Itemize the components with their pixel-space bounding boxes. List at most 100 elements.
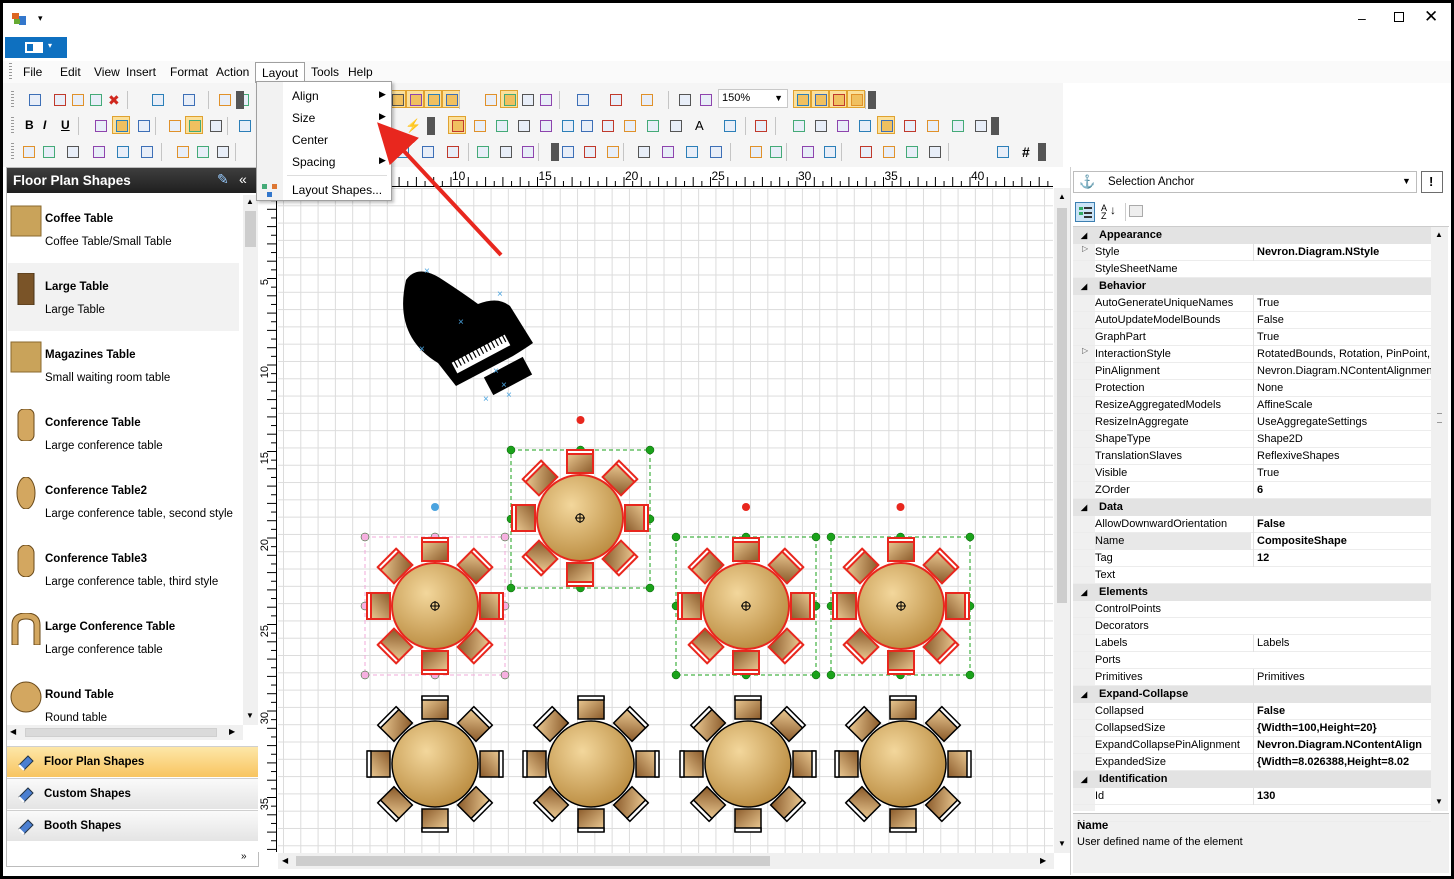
property-value[interactable]: Nevron.Diagram.NStyle bbox=[1253, 244, 1431, 261]
property-value[interactable]: RotatedBounds, Rotation, PinPoint, S bbox=[1253, 346, 1431, 363]
property-name: AutoUpdateModelBounds bbox=[1095, 314, 1221, 326]
property-row[interactable]: Visible True bbox=[1073, 465, 1431, 482]
property-row[interactable]: ShapeType Shape2D bbox=[1073, 431, 1431, 448]
property-row[interactable] bbox=[1073, 805, 1431, 822]
property-value[interactable]: ReflexiveShapes bbox=[1253, 448, 1431, 465]
property-row[interactable]: ▷ Style Nevron.Diagram.NStyle bbox=[1073, 244, 1431, 261]
property-row[interactable]: ResizeInAggregate UseAggregateSettings bbox=[1073, 414, 1431, 431]
property-value[interactable]: AffineScale bbox=[1253, 397, 1431, 414]
property-name: Ports bbox=[1095, 654, 1121, 666]
property-name: PinAlignment bbox=[1095, 365, 1160, 377]
property-name: ResizeInAggregate bbox=[1095, 416, 1189, 428]
category-label: Data bbox=[1099, 501, 1123, 513]
property-value[interactable]: 12 bbox=[1253, 550, 1431, 567]
property-value[interactable]: 130 bbox=[1253, 788, 1431, 805]
property-name: Text bbox=[1095, 569, 1116, 581]
property-row[interactable]: CollapsedSize {Width=100,Height=20} bbox=[1073, 720, 1431, 737]
property-category[interactable]: ◢ Expand-Collapse bbox=[1073, 686, 1431, 703]
property-name: Collapsed bbox=[1095, 705, 1144, 717]
property-row[interactable]: Ports bbox=[1073, 652, 1431, 669]
toolbar-overflow-button[interactable] bbox=[427, 117, 435, 135]
property-value[interactable]: Nevron.Diagram.NContentAlign bbox=[1253, 737, 1431, 754]
property-name: Visible bbox=[1095, 467, 1128, 479]
property-name: Name bbox=[1095, 533, 1251, 550]
toolbar-overflow-button[interactable] bbox=[236, 91, 244, 109]
property-row[interactable]: ControlPoints bbox=[1073, 601, 1431, 618]
property-value[interactable]: Primitives bbox=[1253, 669, 1431, 686]
collapse-icon[interactable]: ◢ bbox=[1081, 278, 1087, 295]
property-row[interactable]: PinAlignment Nevron.Diagram.NContentAlign… bbox=[1073, 363, 1431, 380]
property-row[interactable]: Id 130 bbox=[1073, 788, 1431, 805]
property-row[interactable]: ExpandedSize {Width=8.026388,Height=8.02 bbox=[1073, 754, 1431, 771]
property-name: StyleSheetName bbox=[1095, 263, 1178, 275]
property-row[interactable]: Tag 12 bbox=[1073, 550, 1431, 567]
property-row[interactable]: TranslationSlaves ReflexiveShapes bbox=[1073, 448, 1431, 465]
property-category[interactable]: ◢ Elements bbox=[1073, 584, 1431, 601]
property-name: ResizeAggregatedModels bbox=[1095, 399, 1221, 411]
property-value[interactable]: False bbox=[1253, 312, 1431, 329]
toolbar-overflow-button[interactable] bbox=[551, 143, 559, 161]
collapse-icon[interactable]: ◢ bbox=[1081, 227, 1087, 244]
property-row[interactable]: Name CompositeShape bbox=[1073, 533, 1431, 550]
property-row[interactable]: AutoGenerateUniqueNames True bbox=[1073, 295, 1431, 312]
property-value[interactable]: {Width=8.026388,Height=8.02 bbox=[1253, 754, 1431, 771]
app-window: ▾ – ✕ ▾ File Edit View Insert Format Action La… bbox=[3, 3, 1451, 876]
property-name: Tag bbox=[1095, 552, 1113, 564]
category-label: Elements bbox=[1099, 586, 1148, 598]
property-value[interactable]: True bbox=[1253, 329, 1431, 346]
property-value[interactable]: Shape2D bbox=[1253, 431, 1431, 448]
property-row[interactable]: Labels Labels bbox=[1073, 635, 1431, 652]
property-value[interactable]: {Width=100,Height=20} bbox=[1253, 720, 1431, 737]
property-value[interactable]: Labels bbox=[1253, 635, 1431, 652]
property-row[interactable]: ▷ InteractionStyle RotatedBounds, Rotation… bbox=[1073, 346, 1431, 363]
expand-icon[interactable]: ▷ bbox=[1082, 346, 1088, 355]
property-category[interactable]: ◢ Data bbox=[1073, 499, 1431, 516]
property-value[interactable]: True bbox=[1253, 465, 1431, 482]
category-label: Identification bbox=[1099, 773, 1168, 785]
property-value[interactable]: Nevron.Diagram.NContentAlignment bbox=[1253, 363, 1431, 380]
property-name: Protection bbox=[1095, 382, 1145, 394]
collapse-icon[interactable]: ◢ bbox=[1081, 771, 1087, 788]
property-name: Labels bbox=[1095, 637, 1128, 649]
property-value[interactable]: False bbox=[1253, 703, 1431, 720]
expand-icon[interactable]: ▷ bbox=[1082, 244, 1088, 253]
property-row[interactable]: Text bbox=[1073, 567, 1431, 584]
property-value[interactable]: 6 bbox=[1253, 482, 1431, 499]
toolbar-overflow-button[interactable] bbox=[868, 91, 876, 109]
property-row[interactable]: StyleSheetName bbox=[1073, 261, 1431, 278]
toolbar-overflow-button[interactable] bbox=[1038, 143, 1046, 161]
property-row[interactable]: ZOrder 6 bbox=[1073, 482, 1431, 499]
property-category[interactable]: ◢ Behavior bbox=[1073, 278, 1431, 295]
property-row[interactable]: ExpandCollapsePinAlignment Nevron.Diagram… bbox=[1073, 737, 1431, 754]
property-row[interactable]: AutoUpdateModelBounds False bbox=[1073, 312, 1431, 329]
property-category[interactable]: ◢ Identification bbox=[1073, 771, 1431, 788]
property-value[interactable]: None bbox=[1253, 380, 1431, 397]
property-row[interactable]: AllowDownwardOrientation False bbox=[1073, 516, 1431, 533]
property-name: Style bbox=[1095, 246, 1120, 258]
property-name: CollapsedSize bbox=[1095, 722, 1166, 734]
property-row[interactable]: Collapsed False bbox=[1073, 703, 1431, 720]
property-row[interactable]: Decorators bbox=[1073, 618, 1431, 635]
collapse-icon[interactable]: ◢ bbox=[1081, 686, 1087, 703]
property-value[interactable]: UseAggregateSettings bbox=[1253, 414, 1431, 431]
property-value[interactable]: False bbox=[1253, 516, 1431, 533]
property-name: Decorators bbox=[1095, 620, 1149, 632]
category-label: Expand-Collapse bbox=[1099, 688, 1189, 700]
property-row[interactable]: Protection None bbox=[1073, 380, 1431, 397]
property-name: AutoGenerateUniqueNames bbox=[1095, 297, 1234, 309]
collapse-icon[interactable]: ◢ bbox=[1081, 499, 1087, 516]
property-value[interactable]: True bbox=[1253, 295, 1431, 312]
property-value[interactable]: CompositeShape bbox=[1253, 533, 1431, 550]
category-label: Appearance bbox=[1099, 229, 1162, 241]
property-row[interactable]: Primitives Primitives bbox=[1073, 669, 1431, 686]
collapse-icon[interactable]: ◢ bbox=[1081, 584, 1087, 601]
toolbar-overflow-button[interactable] bbox=[991, 117, 999, 135]
property-row[interactable]: ResizeAggregatedModels AffineScale bbox=[1073, 397, 1431, 414]
category-label: Behavior bbox=[1099, 280, 1147, 292]
property-name: AllowDownwardOrientation bbox=[1095, 518, 1228, 530]
property-row[interactable]: GraphPart True bbox=[1073, 329, 1431, 346]
property-name: GraphPart bbox=[1095, 331, 1146, 343]
property-category[interactable]: ◢ Appearance bbox=[1073, 227, 1431, 244]
property-name: ExpandedSize bbox=[1095, 756, 1166, 768]
property-name: ShapeType bbox=[1095, 433, 1151, 445]
